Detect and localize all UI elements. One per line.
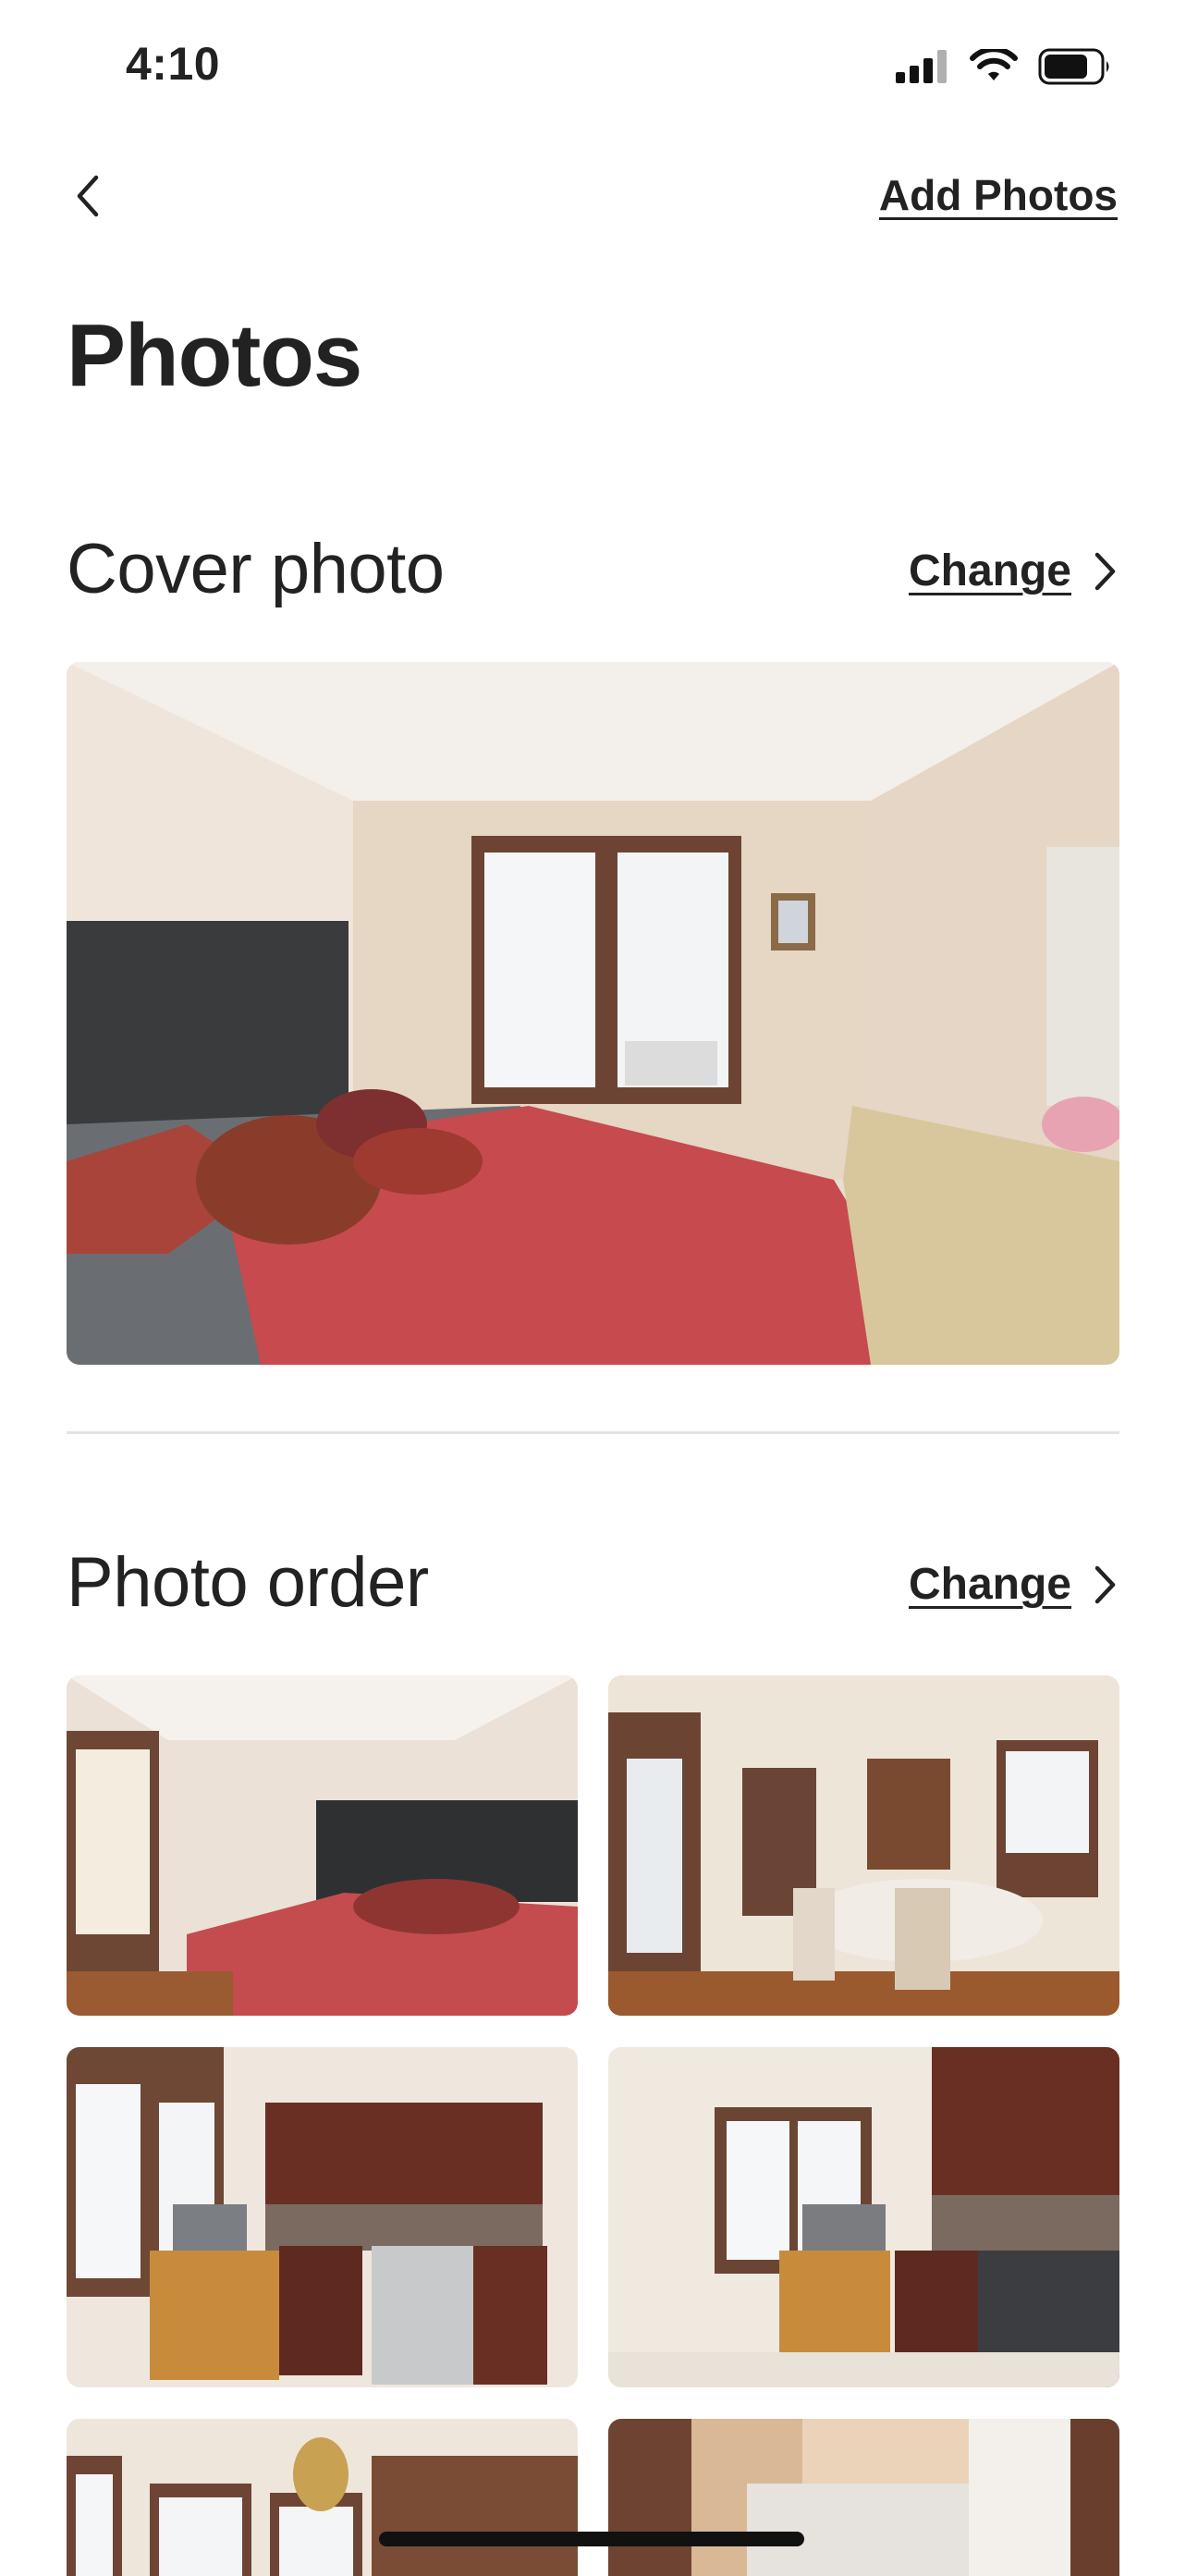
dining-photo-image xyxy=(608,1675,1119,2016)
kitchen-window-photo-image xyxy=(608,2047,1119,2387)
order-change-label: Change xyxy=(908,1560,1071,1609)
photo-order-title: Photo order xyxy=(67,1543,429,1622)
status-time: 4:10 xyxy=(126,38,221,90)
cover-photo-title: Cover photo xyxy=(67,530,445,608)
bedroom-photo-image xyxy=(67,1675,578,2016)
add-photos-link[interactable]: Add Photos xyxy=(879,170,1118,220)
order-change-button[interactable]: Change xyxy=(909,1559,1118,1610)
home-indicator[interactable] xyxy=(379,2532,804,2546)
wifi-icon xyxy=(970,49,1018,80)
bathroom-photo-image xyxy=(608,2419,1119,2576)
kitchen-photo-image xyxy=(67,2047,578,2387)
section-divider xyxy=(67,1431,1119,1434)
photo-thumbnail[interactable] xyxy=(608,1675,1119,2016)
photo-thumbnail[interactable] xyxy=(67,2419,578,2576)
chevron-right-icon xyxy=(1094,552,1116,590)
status-icons xyxy=(896,44,1112,89)
cover-photo[interactable] xyxy=(67,662,1119,1365)
battery-icon xyxy=(1038,48,1109,85)
page-title: Photos xyxy=(67,306,362,405)
cover-change-button[interactable]: Change xyxy=(909,546,1118,596)
photo-thumbnail[interactable] xyxy=(608,2419,1119,2576)
cover-change-label: Change xyxy=(908,546,1071,595)
back-button[interactable] xyxy=(65,168,111,224)
cover-photo-image xyxy=(67,662,1119,1365)
chevron-left-icon xyxy=(77,175,99,217)
photo-thumbnail[interactable] xyxy=(67,2047,578,2387)
photo-thumbnail[interactable] xyxy=(608,2047,1119,2387)
cellular-signal-icon xyxy=(896,50,947,83)
photo-thumbnail[interactable] xyxy=(67,1675,578,2016)
chevron-right-icon xyxy=(1094,1565,1116,1603)
sunroom-photo-image xyxy=(67,2419,578,2576)
